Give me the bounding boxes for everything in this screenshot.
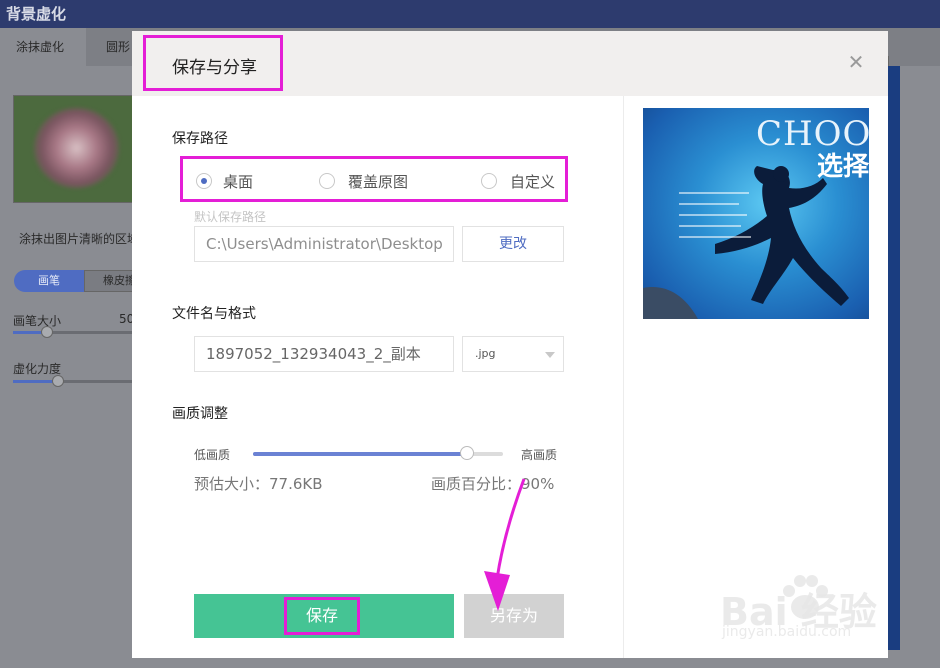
highlight-box: [143, 35, 283, 91]
save-button[interactable]: 保存: [194, 594, 454, 638]
estimated-size: 预估大小：77.6KB: [194, 475, 323, 493]
quality-slider-fill: [253, 452, 467, 456]
blur-strength-label: 虚化力度: [13, 362, 62, 376]
brush-size-label: 画笔大小: [13, 314, 62, 328]
low-quality-label: 低画质: [194, 448, 231, 462]
poster-text-lines: [679, 192, 769, 247]
instruction-text: 涂抹出图片清晰的区域: [19, 232, 140, 246]
paw-logo-icon: [783, 575, 828, 619]
quality-slider-handle[interactable]: [460, 446, 474, 460]
radio-desktop-label[interactable]: 桌面: [223, 171, 253, 192]
tab-circle[interactable]: 圆形: [106, 38, 130, 55]
save-path-field[interactable]: C:\Users\Administrator\Desktop: [194, 226, 454, 262]
tab-smear-blur[interactable]: 涂抹虚化: [16, 38, 64, 55]
radio-desktop[interactable]: [196, 173, 212, 189]
watermark-url: jingyan.baidu.com: [722, 624, 852, 640]
watermark: Bai 经验 jingyan.baidu.com: [720, 563, 936, 663]
brush-size-handle[interactable]: [41, 326, 53, 338]
radio-overwrite[interactable]: [319, 173, 335, 189]
default-path-hint: 默认保存路径: [194, 210, 267, 224]
image-preview: CHOOSE 选择: [643, 108, 869, 319]
blur-strength-handle[interactable]: [52, 375, 64, 387]
app-title: 背景虚化: [6, 5, 67, 23]
dialog-header: 保存与分享 ✕: [132, 31, 888, 96]
save-path-options: 桌面 覆盖原图 自定义: [180, 156, 568, 202]
close-icon[interactable]: ✕: [845, 51, 867, 73]
app-title-bar: 背景虚化: [0, 0, 940, 28]
chevron-down-icon: [545, 352, 555, 358]
poster-chinese-text: 选择: [817, 152, 869, 182]
change-path-button[interactable]: 更改: [462, 226, 564, 262]
save-button-label: 保存: [284, 597, 360, 635]
filename-input[interactable]: 1897052_132934043_2_副本: [194, 336, 454, 372]
radio-custom-label[interactable]: 自定义: [510, 171, 555, 192]
annotation-arrow-icon: [484, 478, 526, 611]
quality-label: 画质调整: [172, 406, 228, 422]
flower-image: [34, 108, 119, 188]
format-select[interactable]: .jpg: [462, 336, 564, 372]
pen-mode-button[interactable]: 画笔: [14, 270, 84, 292]
divider: [623, 96, 624, 658]
radio-overwrite-label[interactable]: 覆盖原图: [348, 171, 408, 192]
save-path-label: 保存路径: [172, 131, 228, 147]
high-quality-label: 高画质: [521, 448, 558, 462]
image-thumbnail: [13, 95, 135, 203]
format-value: .jpg: [475, 347, 496, 360]
filename-format-label: 文件名与格式: [172, 306, 256, 322]
radio-custom[interactable]: [481, 173, 497, 189]
